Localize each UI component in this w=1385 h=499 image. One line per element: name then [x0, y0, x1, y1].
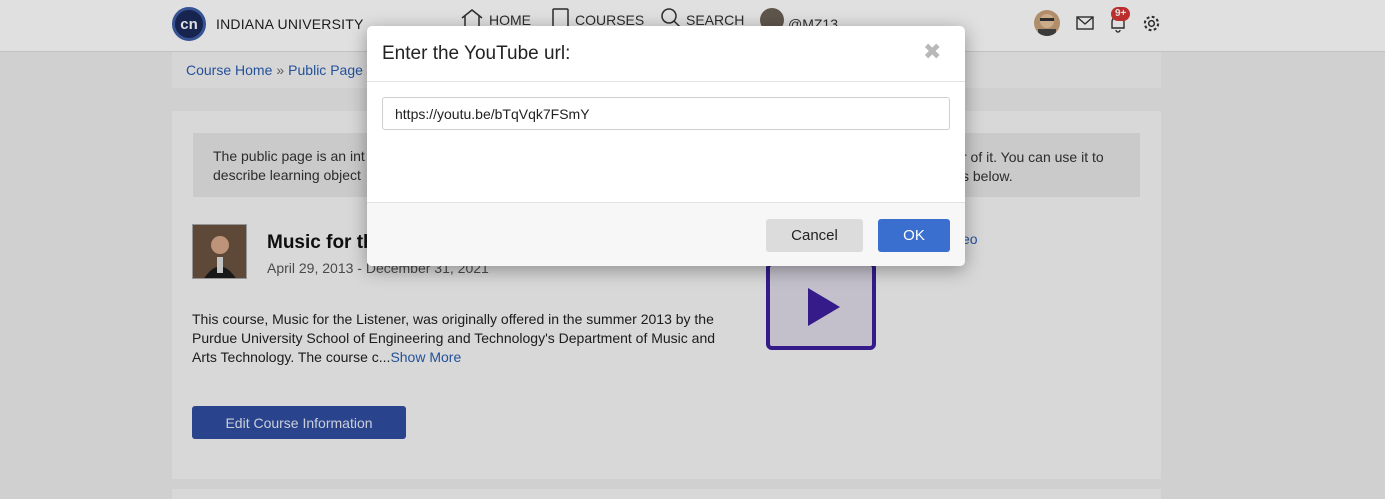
cancel-button[interactable]: Cancel — [766, 219, 863, 252]
dialog-title: Enter the YouTube url: — [382, 43, 571, 64]
dialog-header: Enter the YouTube url: ✖ — [367, 26, 965, 82]
dialog-footer: Cancel OK — [367, 202, 965, 266]
youtube-url-dialog: Enter the YouTube url: ✖ Cancel OK — [367, 26, 965, 266]
youtube-url-input[interactable] — [382, 97, 950, 130]
close-icon[interactable]: ✖ — [923, 41, 941, 63]
ok-button[interactable]: OK — [878, 219, 950, 252]
